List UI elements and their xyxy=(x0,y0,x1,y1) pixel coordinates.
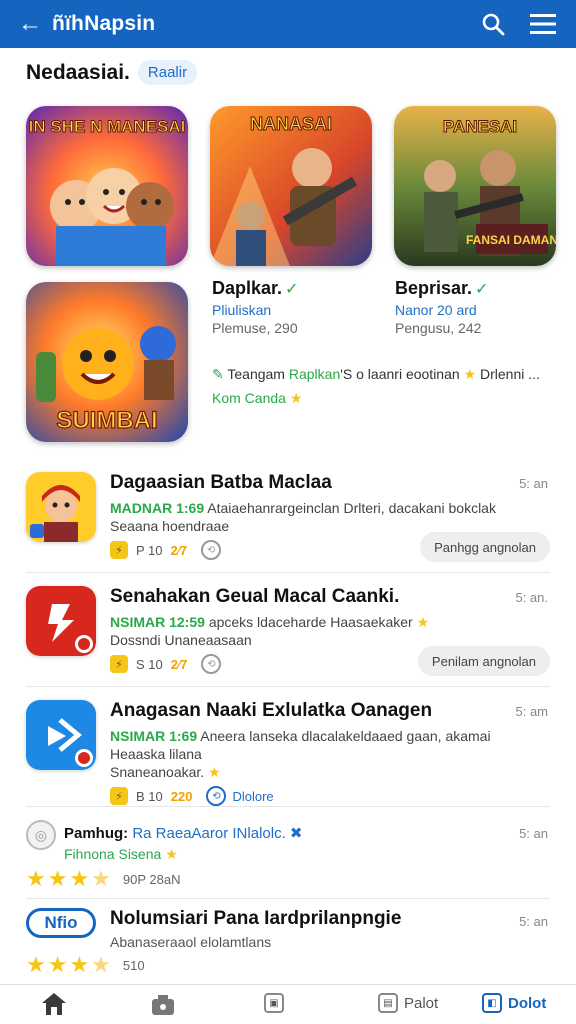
app-icon-3 xyxy=(26,700,96,770)
app-icon-1 xyxy=(26,472,96,542)
promo-subline: Kom Canda ★ xyxy=(212,390,303,406)
card-meta-1: Plemuse, 290 xyxy=(212,320,298,336)
card-name-1[interactable]: Daplkar. ✓ xyxy=(212,278,298,299)
app-icon-2 xyxy=(26,586,96,656)
thumb-4-caption: SUIMBAI xyxy=(56,407,157,434)
link-icon[interactable]: ⟲ xyxy=(201,540,222,560)
thumb-2-caption: NANASAI xyxy=(250,114,332,134)
thumb-1-caption: IN SHE N MANESAI xyxy=(29,117,186,136)
rating-count: 90P 28aN xyxy=(122,871,181,887)
document-icon: ▤ xyxy=(378,993,398,1013)
app-time-2: 5: an. xyxy=(515,590,548,605)
leaf-icon: ✎ xyxy=(212,366,224,382)
featured-header: Nedaasiai. Raalir xyxy=(26,60,198,85)
review-item[interactable]: ◎ Pamhug: Ra RaeaAaror INlalolc. ✖ 5: an… xyxy=(0,806,576,898)
app-stats-2: ⚡ S 10 2⁄7 ⟲ xyxy=(110,654,227,674)
featured-game-thumbnail-1[interactable]: IN SHE N MANESAI xyxy=(26,106,188,266)
app-stats-3: ⚡ B 10 220 ⟲ Dlolore xyxy=(110,786,274,806)
card-developer-1: Pliuliskan xyxy=(212,302,272,318)
section-title: Nedaasiai. xyxy=(26,60,130,84)
nav-item-5[interactable]: ◧ Dolot xyxy=(482,993,546,1013)
list-item[interactable]: Senahakan Geual Macal Caanki. 5: an. NSI… xyxy=(0,572,576,686)
star-icon: ★ xyxy=(416,614,430,630)
list-item[interactable]: Dagaasian Batba Maclaa 5: an MADNAR 1:69… xyxy=(0,458,576,572)
app-description-2: NSIMAR 12:59 apceks ldaceharde Haasaekak… xyxy=(110,614,430,630)
featured-section: Nedaasiai. Raalir IN SHE N MANESAI NANAS… xyxy=(0,48,576,458)
star-icon: ★ xyxy=(289,390,303,406)
review-time: 5: an xyxy=(519,826,548,841)
app-title-3[interactable]: Anagasan Naaki Exlulatka Oanagen xyxy=(110,700,432,722)
app-title-2[interactable]: Senahakan Geual Macal Caanki. xyxy=(110,586,399,608)
promo-title[interactable]: Nolumsiari Pana Iardprilanpngie xyxy=(110,908,401,930)
card-name-2[interactable]: Beprisar. ✓ xyxy=(395,278,488,299)
app-subline-2: Dossndi Unaneaasaan xyxy=(110,632,252,648)
star-icon: ★ xyxy=(165,846,178,862)
featured-game-thumbnail-3[interactable]: FANSAI DAMAN PANESAI xyxy=(394,106,556,266)
filter-chip[interactable]: Raalir xyxy=(137,60,198,85)
app-time-1: 5: an xyxy=(519,476,548,491)
nav-games[interactable] xyxy=(150,993,176,1017)
avatar-placeholder-icon: ◎ xyxy=(26,820,56,850)
home-icon xyxy=(42,993,66,1015)
nav-home[interactable] xyxy=(40,991,68,1017)
action-button-2[interactable]: Penilam angnolan xyxy=(417,646,550,676)
star-rating: ★★★ ★ 90P 28aN xyxy=(26,866,181,891)
featured-game-thumbnail-4[interactable]: SUIMBAI xyxy=(26,282,188,442)
back-arrow-icon[interactable]: ← xyxy=(18,10,42,38)
promo-time: 5: an xyxy=(519,914,548,929)
link-icon[interactable]: ⟲ xyxy=(206,786,227,806)
bottom-navigation: ▣ ▤ Palot ◧ Dolot xyxy=(0,984,576,1024)
lightning-badge-icon: ⚡ xyxy=(110,787,128,805)
list-item[interactable]: Anagasan Naaki Exlulatka Oanagen 5: am N… xyxy=(0,686,576,806)
promo-line[interactable]: ✎ Teangam Raplkan'S o laanri eootinan ★ … xyxy=(212,366,562,383)
rating-count: 510 xyxy=(122,957,145,973)
verified-check-icon: ✓ xyxy=(285,281,299,298)
close-x-icon[interactable]: ✖ xyxy=(290,825,303,842)
card-developer-2: Nanor 20 ard xyxy=(395,302,477,318)
review-subtitle: Fihnona Sisena ★ xyxy=(64,846,178,862)
nav-apps[interactable]: ▣ xyxy=(264,993,284,1013)
action-button-1[interactable]: Panhgg angnolan xyxy=(420,532,550,562)
apps-icon: ▣ xyxy=(264,993,284,1013)
hamburger-menu-icon[interactable] xyxy=(528,9,558,39)
app-description-1: MADNAR 1:69 Ataiaehanrargeinclan Drlteri… xyxy=(110,500,496,516)
star-icon: ★ xyxy=(463,366,477,382)
verified-check-icon: ✓ xyxy=(475,281,489,298)
chat-bubble-icon: Nfio xyxy=(26,908,96,938)
app-description-3: NSIMAR 1:69 Aneera lanseka dlacalakeldaa… xyxy=(110,728,491,744)
app-subline-3b: Snaneanoakar. ★ xyxy=(110,764,221,780)
top-app-bar: ← ñïhNapsin xyxy=(0,0,576,48)
games-icon xyxy=(152,995,174,1015)
thumb-3-tag: FANSAI DAMAN xyxy=(466,233,556,247)
lightning-badge-icon: ⚡ xyxy=(110,655,128,673)
app-list: Dagaasian Batba Maclaa 5: an MADNAR 1:69… xyxy=(0,458,576,984)
list-item[interactable]: Nfio Nolumsiari Pana Iardprilanpngie 5: … xyxy=(0,898,576,984)
review-author[interactable]: Pamhug: Ra RaeaAaror INlalolc. ✖ xyxy=(64,824,303,842)
app-stats-1: ⚡ P 10 2⁄7 ⟲ xyxy=(110,540,227,560)
bookmark-icon: ◧ xyxy=(482,993,502,1013)
thumb-3-caption: PANESAI xyxy=(443,117,517,136)
star-rating: ★★★ ★ 510 xyxy=(26,952,145,977)
promo-subtitle: Abanaseraaol elolamtlans xyxy=(110,934,272,950)
card-meta-2: Pengusu, 242 xyxy=(395,320,482,336)
app-title: ñïhNapsin xyxy=(52,12,156,35)
app-subline-3: Heaaska lilana xyxy=(110,746,202,762)
nav-item-4[interactable]: ▤ Palot xyxy=(378,993,438,1013)
featured-game-thumbnail-2[interactable]: NANASAI xyxy=(210,106,372,266)
app-time-3: 5: am xyxy=(515,704,548,719)
app-title-1[interactable]: Dagaasian Batba Maclaa xyxy=(110,472,332,494)
star-icon: ★ xyxy=(208,764,221,780)
more-link[interactable]: Dlolore xyxy=(232,789,273,804)
search-icon[interactable] xyxy=(478,9,508,39)
link-icon[interactable]: ⟲ xyxy=(201,654,222,674)
lightning-badge-icon: ⚡ xyxy=(110,541,128,559)
app-subline-1: Seaana hoendraae xyxy=(110,518,230,534)
